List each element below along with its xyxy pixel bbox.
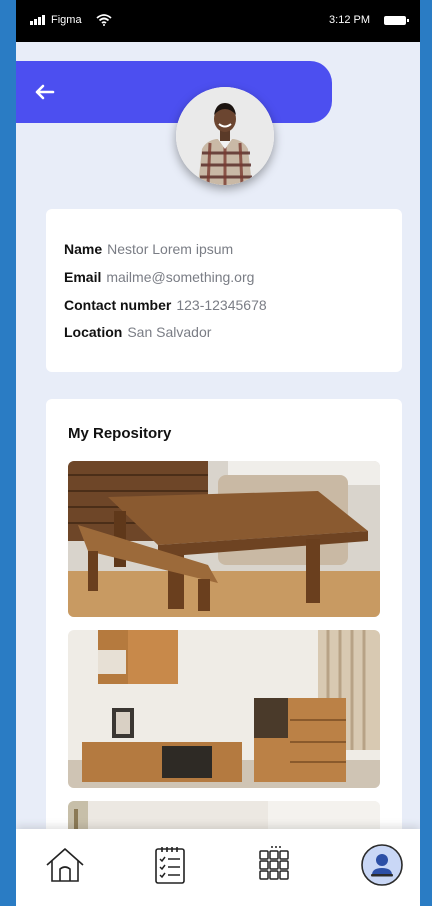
wooden-table-image [68, 461, 380, 617]
contact-label: Contact number [64, 297, 172, 313]
repository-image[interactable] [68, 630, 380, 788]
bottom-navigation [16, 829, 420, 906]
carrier-label: Figma [51, 14, 82, 26]
avatar-photo [176, 87, 274, 185]
name-value: Nestor Lorem ipsum [107, 241, 234, 257]
contact-row: Contact number 123-12345678 [64, 297, 267, 313]
repository-title: My Repository [68, 425, 172, 442]
location-value: San Salvador [127, 324, 212, 340]
home-icon[interactable] [43, 843, 87, 887]
name-label: Name [64, 241, 103, 257]
battery-icon [384, 15, 409, 25]
status-bar: Figma 3:12 PM [16, 0, 420, 42]
phone-screen: Figma 3:12 PM Name Nestor Lorem ipsum Em… [16, 0, 420, 906]
repository-image[interactable] [68, 461, 380, 617]
email-label: Email [64, 269, 102, 285]
wifi-icon [95, 14, 112, 26]
location-row: Location San Salvador [64, 324, 211, 340]
email-value: mailme@something.org [106, 269, 255, 285]
profile-info-card: Name Nestor Lorem ipsum Email mailme@somet… [46, 209, 402, 372]
email-row: Email mailme@something.org [64, 269, 254, 285]
header-band [16, 61, 332, 123]
avatar [176, 87, 274, 185]
wooden-cabinet-image [68, 630, 380, 788]
grid-icon[interactable] [252, 843, 296, 887]
clock: 3:12 PM [329, 14, 370, 26]
profile-icon[interactable] [360, 843, 404, 887]
location-label: Location [64, 324, 123, 340]
name-row: Name Nestor Lorem ipsum [64, 241, 233, 257]
checklist-icon[interactable] [148, 843, 192, 887]
back-arrow-icon[interactable] [32, 79, 58, 105]
contact-value: 123-12345678 [176, 297, 267, 313]
signal-icon [30, 15, 45, 25]
